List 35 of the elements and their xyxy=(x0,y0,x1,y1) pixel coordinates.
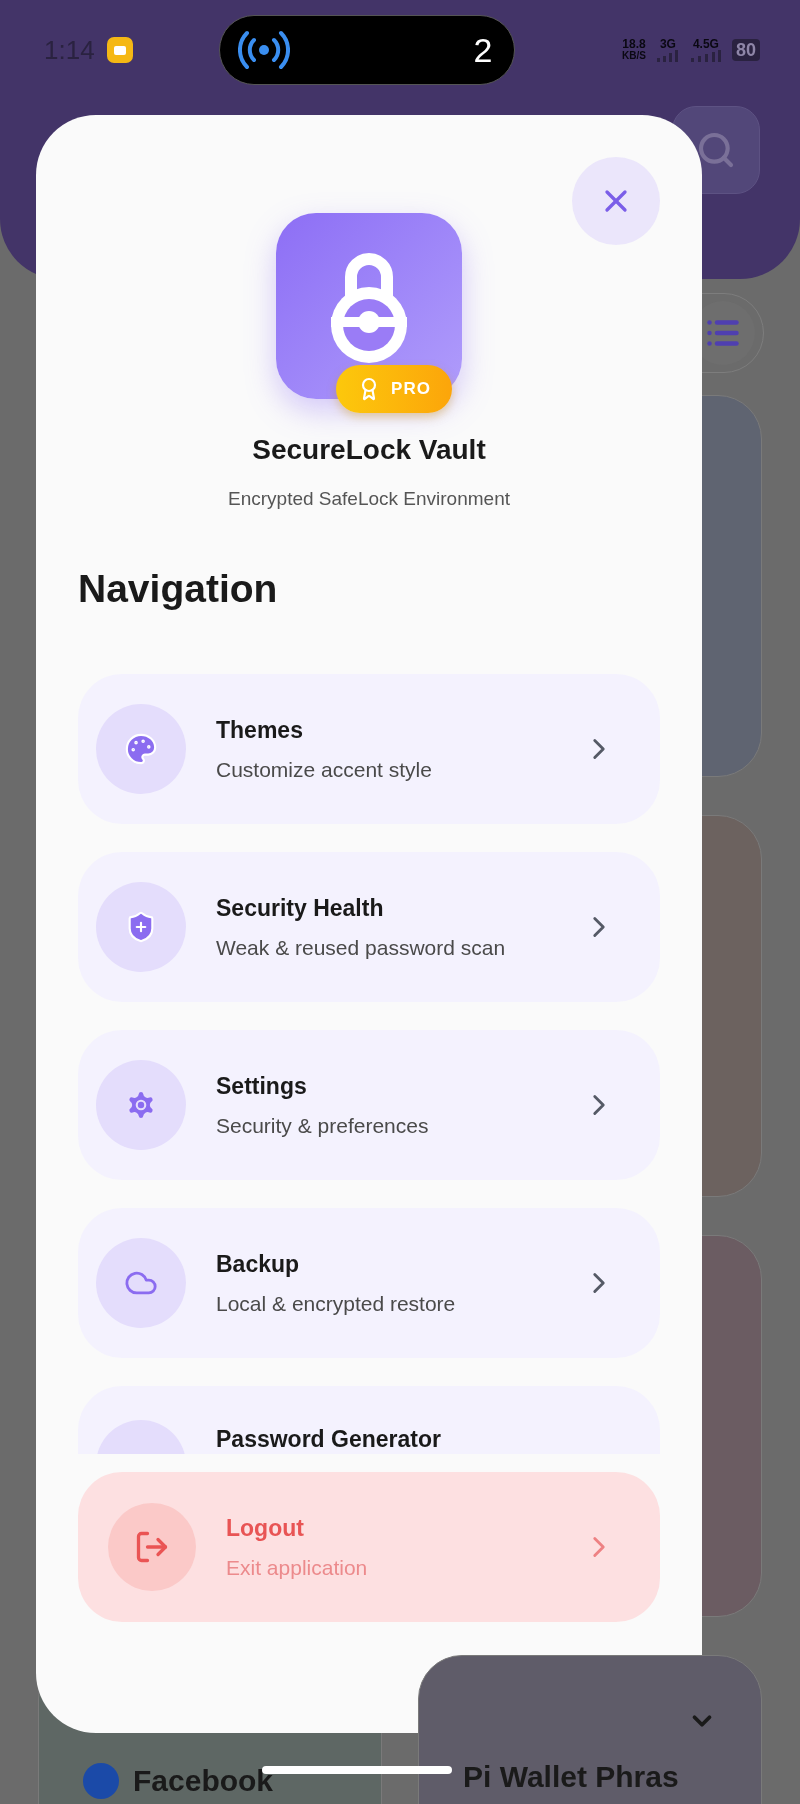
badge-label: PRO xyxy=(391,378,431,401)
app-tagline: Encrypted SafeLock Environment xyxy=(228,487,510,511)
nav-item[interactable]: Security Health Weak & reused password scan xyxy=(78,852,660,1002)
logout-icon xyxy=(134,1529,170,1565)
battery-level: 80 xyxy=(731,39,760,61)
search-icon xyxy=(696,130,736,170)
nav-item-title: Settings xyxy=(216,1072,308,1101)
nav-item[interactable]: Backup Local & encrypted restore xyxy=(78,1208,660,1358)
facebook-icon xyxy=(83,1762,119,1799)
island-count: 2 xyxy=(473,29,494,71)
network-speed-unit: KB/S xyxy=(622,50,646,61)
signal-icon xyxy=(689,50,722,62)
logout-title: Logout xyxy=(226,1514,305,1543)
nav-item[interactable]: Settings Security & preferences xyxy=(78,1030,660,1180)
nav-item-subtitle: Customize accent style xyxy=(216,756,433,783)
camera-notification-icon xyxy=(106,37,133,63)
nav-item-subtitle: Security & preferences xyxy=(216,1112,430,1139)
broadcast-icon xyxy=(238,30,291,70)
section-title: Navigation xyxy=(78,565,279,612)
network-type: 4.5G xyxy=(692,38,719,50)
nav-item[interactable]: Themes Customize accent style xyxy=(78,674,660,824)
network-type: 3G xyxy=(659,38,676,50)
nav-item-title: Themes xyxy=(216,716,304,745)
signal-icon xyxy=(655,50,680,62)
palette-icon xyxy=(124,732,158,766)
nav-item[interactable]: Password Generator xyxy=(78,1386,660,1454)
app-name: SecureLock Vault xyxy=(252,433,486,467)
card-title: Facebook xyxy=(133,1763,274,1799)
nav-item-title: Backup xyxy=(216,1250,301,1279)
nav-item-subtitle: Local & encrypted restore xyxy=(216,1290,457,1317)
nav-item-subtitle: Weak & reused password scan xyxy=(216,934,507,961)
nav-item-title: Security Health xyxy=(216,894,385,923)
logout-subtitle: Exit application xyxy=(226,1554,369,1581)
network-speed: 18.8 xyxy=(622,39,646,50)
card-title: Pi Wallet Phras xyxy=(463,1759,679,1795)
